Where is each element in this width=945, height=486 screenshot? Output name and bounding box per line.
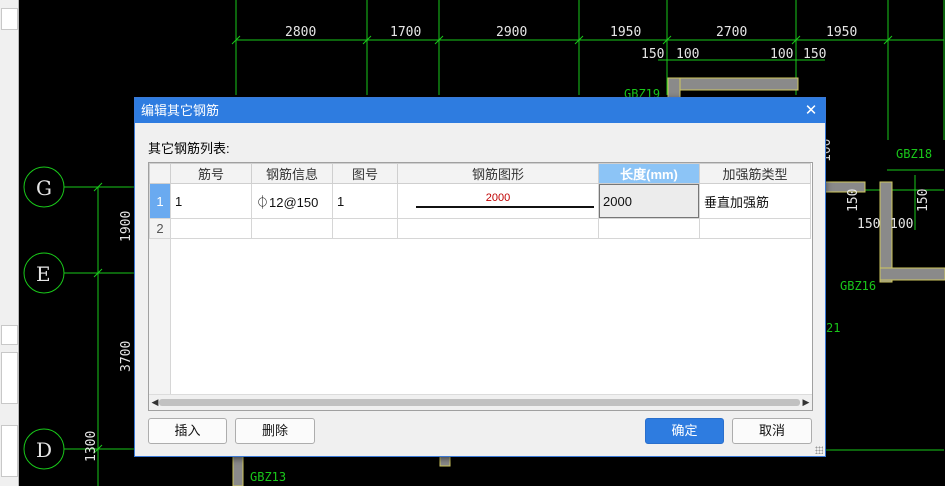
table-row[interactable]: 2 [149,218,811,239]
cad-rightdim-2: 100 [890,217,913,232]
scroll-right-icon[interactable]: ▶ [800,395,812,410]
cell-length[interactable]: 2000 [598,183,700,219]
cad-subdim-1: 150 [641,47,664,62]
panel-input[interactable] [1,8,18,30]
horizontal-scrollbar[interactable]: ◀ ▶ [149,394,812,410]
cell-figure-no[interactable] [332,218,398,239]
col-header-figure-no[interactable]: 图号 [332,163,398,184]
col-header-length[interactable]: 长度(mm) [598,163,700,184]
row-header-strip [149,239,171,410]
cad-dim-1: 2800 [285,25,316,40]
edit-other-rebar-dialog: 编辑其它钢筋 ✕ 其它钢筋列表: 筋号 钢筋信息 图号 钢筋图形 长度(mm) … [134,97,826,457]
cad-rightdim-1: 150 [857,217,880,232]
axis-label-d: D [36,438,52,462]
col-header-rebar-info[interactable]: 钢筋信息 [251,163,333,184]
rebar-list-label: 其它钢筋列表: [148,141,230,156]
cell-bar-no[interactable] [170,218,252,239]
cell-length[interactable] [598,218,700,239]
cad-subdim-2: 100 [676,47,699,62]
col-header-bar-no[interactable]: 筋号 [170,163,252,184]
cad-dim-5: 2700 [716,25,747,40]
ok-button[interactable]: 确定 [645,418,724,444]
dialog-title-bar[interactable]: 编辑其它钢筋 ✕ [135,98,825,123]
delete-button[interactable]: 删除 [235,418,315,444]
grid-corner [149,163,171,184]
cell-rebar-info[interactable]: ⏀12@150 [251,183,333,219]
cell-type[interactable]: 垂直加强筋 [699,183,811,219]
grid-header-row: 筋号 钢筋信息 图号 钢筋图形 长度(mm) 加强筋类型 [149,163,811,184]
table-row[interactable]: 1 1 ⏀12@150 1 2000 2000 垂直加强筋 [149,183,811,219]
insert-button[interactable]: 插入 [148,418,227,444]
panel-scroll-area-2[interactable] [1,425,18,477]
scroll-thumb[interactable] [159,399,800,406]
cad-subdim-4: 150 [803,47,826,62]
resize-grip-icon[interactable] [815,446,823,454]
cad-label-gbz13: GBZ13 [250,470,286,484]
cad-rightdim-4: 150 [846,189,861,212]
rebar-line [416,206,594,208]
cad-leftdim-3: 1300 [84,431,99,462]
axis-label-e: E [36,262,51,286]
cell-type[interactable] [699,218,811,239]
cell-rebar-info[interactable] [251,218,333,239]
rebar-grid[interactable]: 筋号 钢筋信息 图号 钢筋图形 长度(mm) 加强筋类型 1 1 ⏀12@150… [148,162,813,411]
cell-shape[interactable] [397,218,599,239]
cad-leftdim-2: 3700 [119,341,134,372]
panel-scroll-area[interactable] [1,352,18,404]
close-icon[interactable]: ✕ [803,98,819,123]
cad-rightdim-5: 150 [916,189,931,212]
cad-dim-4: 1950 [610,25,641,40]
cad-dim-6: 1950 [826,25,857,40]
cad-label-21: 21 [826,321,840,335]
panel-close-box[interactable] [1,325,18,345]
cad-subdim-3: 100 [770,47,793,62]
left-side-panel [0,0,19,486]
axis-label-g: G [36,176,52,200]
cell-figure-no[interactable]: 1 [332,183,398,219]
dialog-title: 编辑其它钢筋 [141,103,220,118]
cad-label-gbz18: GBZ18 [896,147,932,161]
rebar-shape-figure: 2000 [402,186,594,216]
cancel-button[interactable]: 取消 [732,418,812,444]
col-header-shape[interactable]: 钢筋图形 [397,163,599,184]
row-number[interactable]: 1 [149,183,171,219]
cad-dim-3: 2900 [496,25,527,40]
cell-shape[interactable]: 2000 [397,183,599,219]
shape-length-label: 2000 [485,192,511,204]
col-header-type[interactable]: 加强筋类型 [699,163,811,184]
cad-dim-2: 1700 [390,25,421,40]
cell-bar-no[interactable]: 1 [170,183,252,219]
row-number[interactable]: 2 [149,218,171,239]
cad-label-gbz16: GBZ16 [840,279,876,293]
cad-leftdim-1: 1900 [119,211,134,242]
